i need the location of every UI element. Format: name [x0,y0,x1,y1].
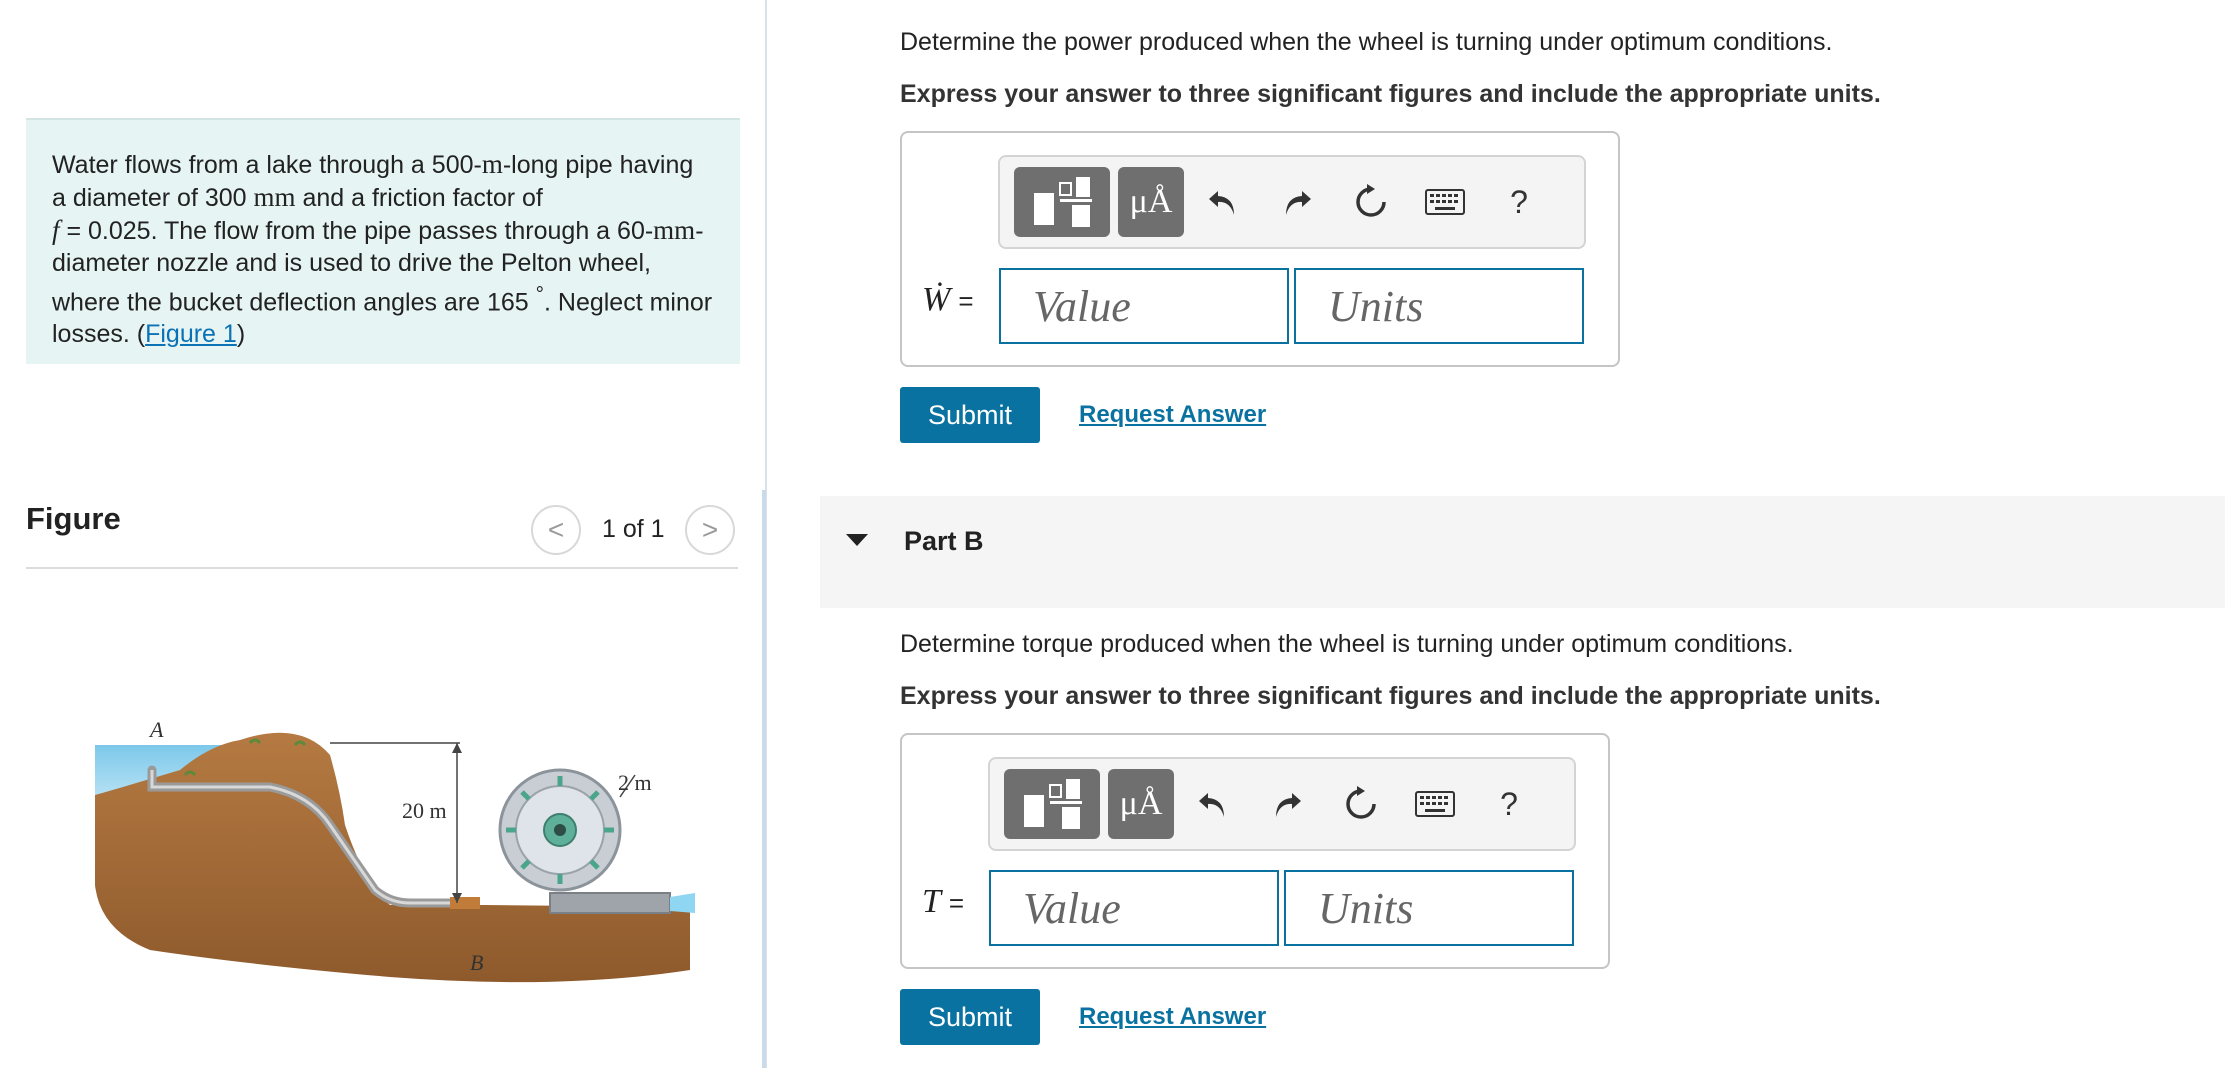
part-a-instruction: Determine the power produced when the wh… [900,28,1833,56]
keyboard-icon [1425,189,1465,215]
help-icon: ? [1500,785,1518,822]
figure-prev-button[interactable]: < [531,505,581,555]
part-b-variable-label: T = [922,883,964,921]
symbols-icon: μÅ [1119,785,1163,822]
figure-header: Figure < 1 of 1 > [26,495,738,569]
symbols-icon: μÅ [1129,183,1173,220]
part-b-instruction: Determine torque produced when the wheel… [900,630,1794,658]
part-b-submit-button[interactable]: Submit [900,989,1040,1045]
equals-sign: = [958,286,974,316]
equals-sign: = [948,888,965,918]
reset-button[interactable] [1334,777,1388,831]
figure-link[interactable]: Figure 1 [145,320,237,348]
friction-factor-symbol: f [52,215,60,245]
unit-m: m [481,149,503,179]
math-toolbar: μÅ ? [988,757,1576,851]
unit-mm: mm [653,215,696,245]
part-a-variable-label: Ẇ = [922,281,974,319]
part-b-units-input[interactable] [1284,870,1574,946]
problem-text: and a friction factor of [295,184,543,212]
pelton-wheel-figure: A B 20 m 2 m [95,717,695,983]
templates-button[interactable] [1014,167,1110,237]
reset-button[interactable] [1344,175,1398,229]
part-a-request-answer-link[interactable]: Request Answer [1079,401,1266,429]
left-panel: Water flows from a lake through a 500-m-… [0,0,765,1068]
label-diameter: 2 m [618,770,652,795]
symbols-button[interactable]: μÅ [1118,167,1184,237]
part-b-request-answer-link[interactable]: Request Answer [1079,1003,1266,1031]
part-a-value-input[interactable] [999,268,1289,344]
keyboard-button[interactable] [1408,777,1462,831]
templates-icon [1034,177,1092,227]
keyboard-icon [1415,791,1455,817]
help-button[interactable]: ? [1492,175,1546,229]
keyboard-button[interactable] [1418,175,1472,229]
caret-down-icon[interactable] [846,534,868,546]
figure-title: Figure [26,501,121,536]
undo-button[interactable] [1186,777,1240,831]
redo-button[interactable] [1260,777,1314,831]
power-symbol: Ẇ [922,281,951,318]
label-a: A [148,717,164,742]
label-b: B [470,950,483,975]
problem-text: ) [236,320,246,349]
label-height: 20 m [402,798,447,823]
part-a-submit-button[interactable]: Submit [900,387,1040,443]
reset-icon [1356,184,1386,217]
figure-counter: 1 of 1 [602,515,665,543]
part-b-header[interactable]: Part B [820,496,2225,608]
help-button[interactable]: ? [1482,777,1536,831]
part-a-answer-box: μÅ ? Ẇ = [900,131,1620,367]
undo-button[interactable] [1196,175,1250,229]
part-b-answer-box: μÅ ? T = [900,733,1610,969]
redo-icon [1286,191,1311,215]
templates-icon [1024,779,1082,829]
templates-button[interactable] [1004,769,1100,839]
problem-statement: Water flows from a lake through a 500-m-… [26,118,740,364]
part-b-title: Part B [904,526,984,556]
part-a-units-input[interactable] [1294,268,1584,344]
part-b-value-input[interactable] [989,870,1279,946]
degree-symbol: ° [535,283,544,306]
chevron-left-icon: < [547,514,565,545]
undo-icon [1199,793,1224,817]
divider-accent [762,490,766,1068]
symbols-button[interactable]: μÅ [1108,769,1174,839]
figure-next-button[interactable]: > [685,505,735,555]
problem-text: = 0.025. The flow from the pipe passes t… [59,217,654,245]
redo-icon [1276,793,1301,817]
math-toolbar: μÅ ? [998,155,1586,249]
unit-mm: mm [253,182,296,212]
redo-button[interactable] [1270,175,1324,229]
help-icon: ? [1510,183,1528,220]
part-a-express: Express your answer to three significant… [900,80,1881,108]
part-b-express: Express your answer to three significant… [900,682,1881,710]
torque-symbol: T [922,883,941,920]
problem-text: Water flows from a lake through a 500- [52,151,482,179]
reset-icon [1346,786,1376,819]
chevron-right-icon: > [701,514,719,545]
undo-icon [1209,191,1234,215]
